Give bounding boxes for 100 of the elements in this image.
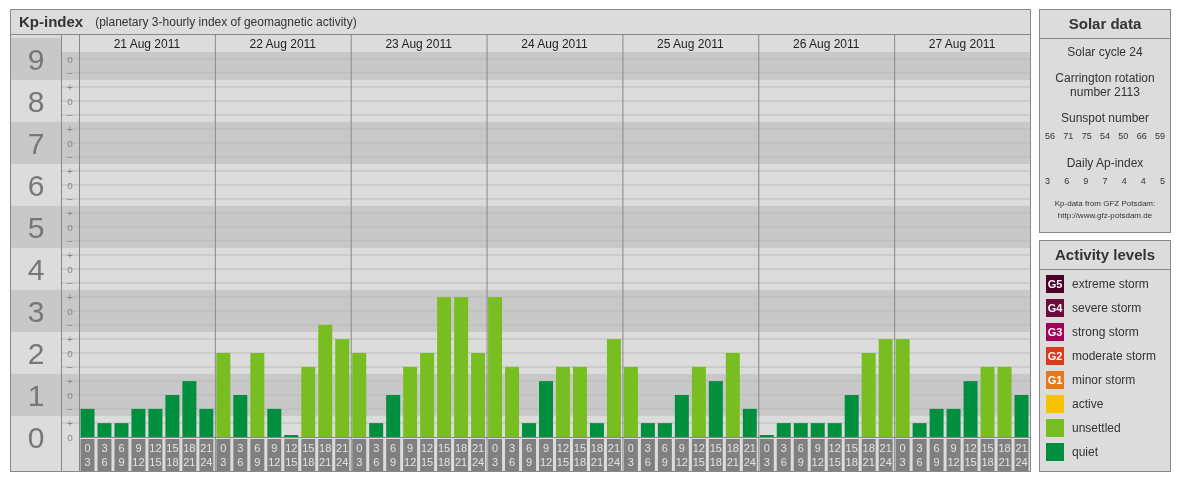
source-link[interactable]: http://www.gfz-potsdam.de: [1057, 210, 1153, 222]
x-tick-label: 3 6: [373, 442, 380, 468]
time-label: 12 15: [148, 439, 163, 471]
level-badge: G5: [1046, 275, 1064, 293]
time-label: 12 15: [284, 439, 299, 471]
bar: [165, 395, 180, 437]
bar: [148, 408, 163, 437]
axis-label: 0: [27, 421, 45, 454]
scale-mark: +: [67, 249, 73, 261]
level-label: moderate storm: [1072, 348, 1157, 365]
day-label: 27 Aug 2011: [928, 37, 996, 51]
axis-label: 9: [27, 42, 45, 76]
day-label: 25 Aug 2011: [657, 37, 724, 51]
ap-value: 5: [1159, 174, 1165, 188]
time-label: 18 21: [182, 439, 197, 471]
ap-value: 3: [1045, 174, 1050, 188]
bar: [827, 423, 842, 437]
time-label: 3 6: [369, 439, 384, 471]
sunspot-value: 56: [1045, 130, 1055, 143]
sunspot-value: 71: [1063, 130, 1074, 143]
sunspot-value: 75: [1081, 130, 1092, 143]
time-label: 3 6: [912, 439, 927, 471]
time-label: 6 9: [386, 439, 401, 471]
carrington-text: Carrington rotation number 2113: [1054, 71, 1156, 99]
day-label: 22 Aug 2011: [249, 37, 317, 51]
time-label: 18 21: [589, 439, 604, 471]
scale-mark: −: [67, 235, 73, 247]
time-label: 6 9: [250, 439, 265, 471]
sunspot-value: 59: [1154, 130, 1165, 143]
time-label: 15 18: [573, 439, 587, 471]
x-tick-label: 3 6: [237, 442, 244, 468]
bar: [589, 423, 604, 437]
x-tick-label: 6 9: [118, 442, 125, 468]
time-label: 9 12: [131, 439, 146, 471]
time-label: 18 21: [997, 439, 1012, 471]
scale-mark: +: [67, 207, 73, 219]
time-label: 12 15: [556, 439, 570, 471]
x-tick-label: 0 3: [763, 442, 770, 468]
time-label: 0 3: [352, 439, 367, 471]
bar: [657, 423, 672, 437]
sunspot-value: 66: [1136, 130, 1147, 143]
scale-mark: o: [67, 348, 73, 359]
scale-mark: +: [67, 418, 73, 429]
level-label: active: [1072, 396, 1104, 413]
sunspot-value: 54: [1100, 130, 1110, 143]
scale-mark: −: [67, 278, 73, 289]
ap-value: 4: [1140, 174, 1146, 188]
scale-mark: −: [67, 362, 73, 373]
bar: [199, 408, 214, 437]
bar: [114, 423, 129, 437]
scale-mark: +: [67, 292, 73, 303]
time-label: 12 15: [691, 439, 706, 471]
axis-label: 6: [27, 168, 45, 202]
time-label: 3 6: [776, 439, 791, 471]
level-label: strong storm: [1072, 324, 1139, 341]
time-label: 9 12: [946, 439, 961, 471]
time-label: 21 24: [335, 439, 350, 471]
source-text: Kp-data from GFZ Potsdam:: [1054, 198, 1156, 210]
time-label: 15 18: [980, 439, 995, 471]
time-label: 6 9: [793, 439, 808, 471]
x-tick-label: 6 9: [390, 442, 397, 468]
x-tick-label: 3 6: [780, 442, 787, 468]
scale-mark: −: [67, 151, 73, 163]
time-label: 15 18: [708, 439, 723, 471]
x-tick-label: 3 6: [644, 442, 651, 468]
bar: [386, 395, 401, 437]
level-label: severe storm: [1072, 300, 1142, 317]
level-badge: G2: [1046, 347, 1064, 365]
time-label: 6 9: [657, 439, 672, 471]
bar: [522, 423, 536, 437]
x-tick-label: 6 9: [254, 442, 261, 468]
panel-subtitle: (planetary 3-hourly index of geomagnetic activity): [95, 14, 357, 31]
scale-mark: −: [67, 320, 73, 331]
x-tick-label: 3 6: [101, 442, 108, 468]
bar: [708, 381, 723, 437]
x-tick-label: 0 3: [492, 442, 499, 468]
axis-label: 2: [27, 337, 45, 370]
bar: [182, 381, 197, 437]
time-label: 9 12: [267, 439, 282, 471]
solar-cycle-text: Solar cycle 24: [1067, 44, 1143, 61]
level-badge: G3: [1046, 323, 1064, 341]
axis-label: 5: [27, 210, 45, 244]
day-label: 26 Aug 2011: [792, 37, 860, 51]
x-tick-label: 6 9: [661, 442, 668, 468]
panel-title: Activity levels: [1040, 241, 1170, 270]
scale-mark: +: [67, 376, 73, 387]
panel-title: Kp-index: [19, 11, 84, 32]
time-label: 0 3: [759, 439, 774, 471]
time-label: 9 12: [810, 439, 825, 471]
x-tick-label: 0 3: [84, 442, 91, 468]
scale-mark: +: [67, 81, 73, 93]
time-label: 18 21: [318, 439, 333, 471]
time-label: 0 3: [216, 439, 231, 471]
bar: [810, 423, 825, 437]
time-label: 6 9: [929, 439, 944, 471]
bar: [776, 423, 791, 437]
scale-mark: o: [67, 179, 73, 191]
time-label: 6 9: [114, 439, 129, 471]
bar: [301, 366, 316, 437]
time-label: 21 24: [878, 439, 893, 471]
